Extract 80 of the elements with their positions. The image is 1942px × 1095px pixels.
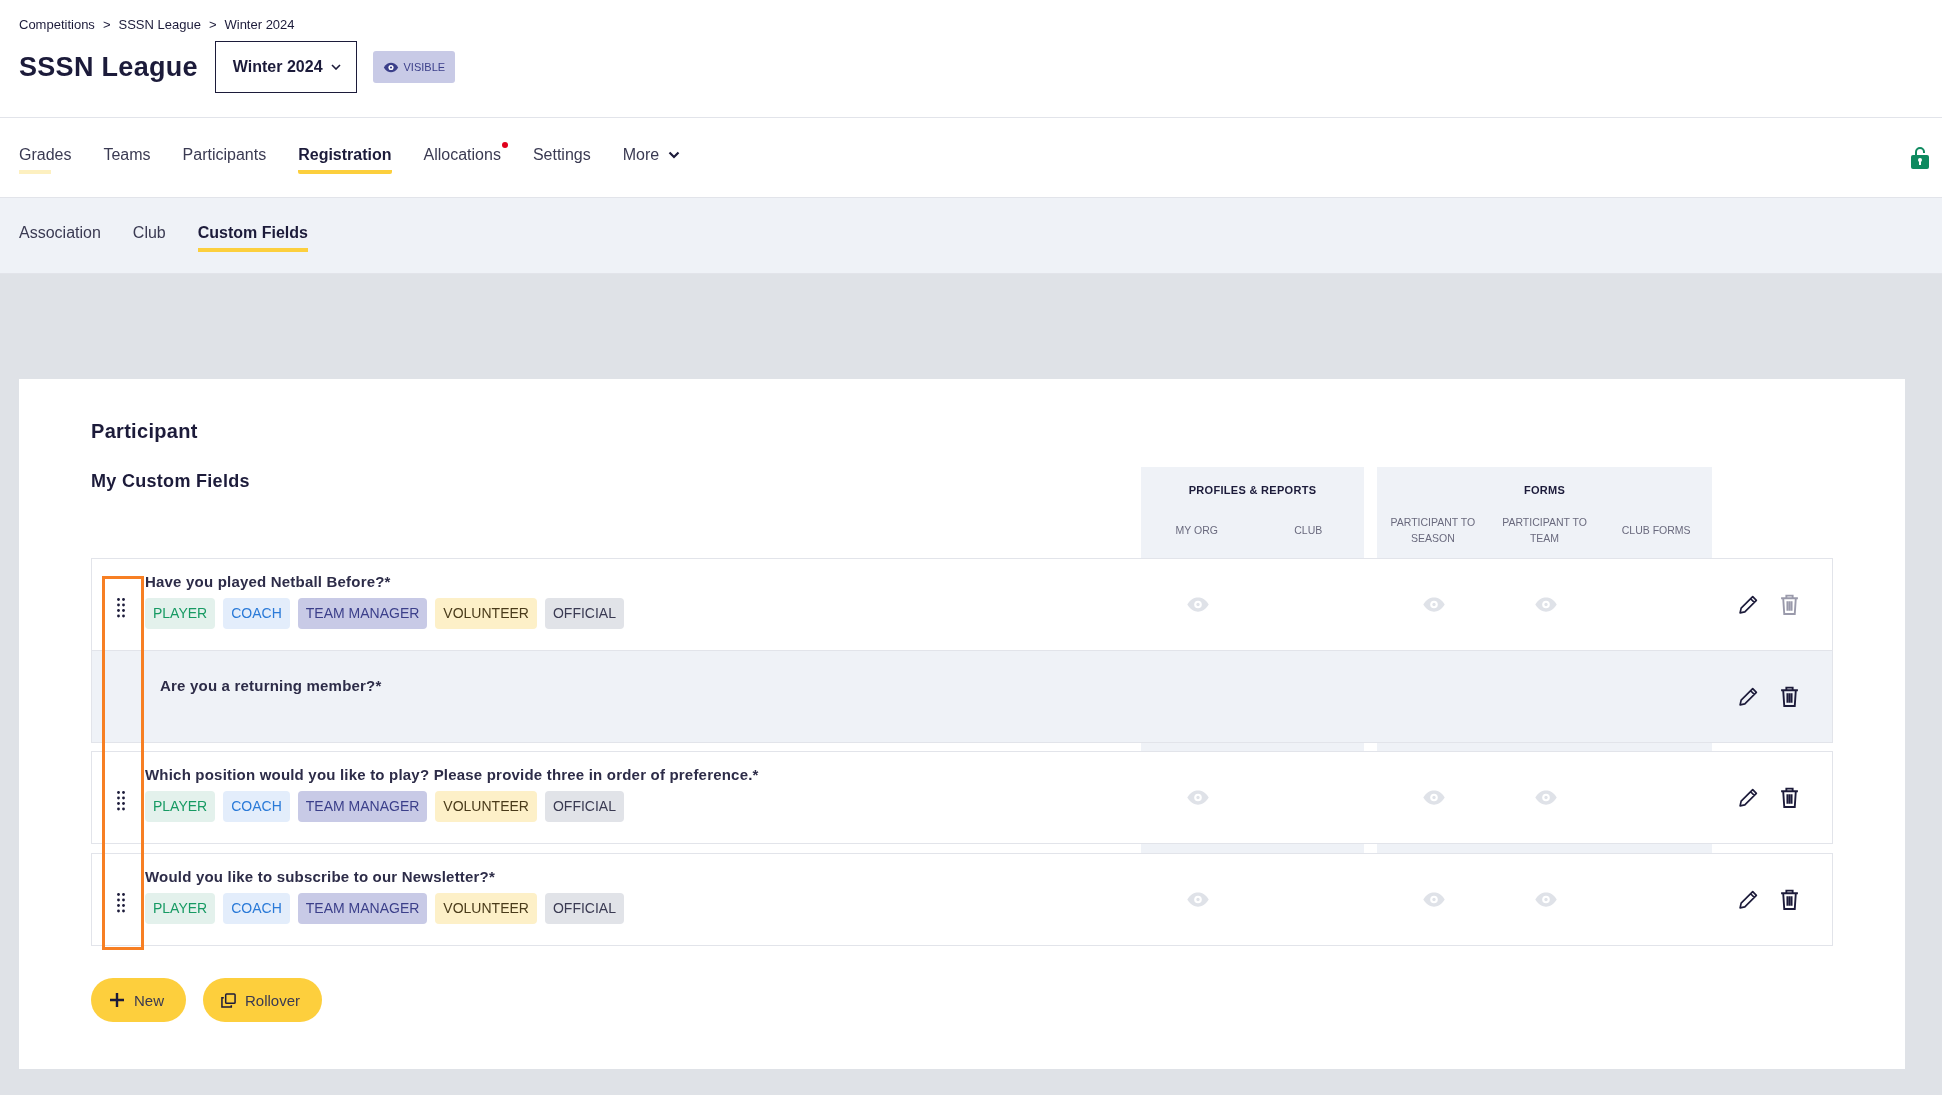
edit-button[interactable] [1738, 594, 1759, 615]
field-question: Have you played Netball Before?* [145, 573, 392, 590]
sub-tab[interactable]: Custom Fields [197, 219, 308, 252]
column-header: MY ORG [1174, 522, 1219, 538]
column-header: CLUB [1293, 522, 1324, 538]
trash-icon [1780, 686, 1799, 707]
drag-handle-icon[interactable] [117, 893, 125, 913]
nav-tab[interactable]: More [622, 141, 681, 174]
pencil-icon [1738, 787, 1759, 808]
role-tag: COACH [223, 893, 290, 924]
eye-icon [382, 60, 399, 74]
edit-button[interactable] [1738, 787, 1759, 808]
trash-icon [1780, 594, 1799, 615]
drag-handle-icon[interactable] [117, 791, 125, 811]
eye-icon [1186, 788, 1210, 807]
edit-button[interactable] [1738, 686, 1759, 707]
role-tag: PLAYER [145, 893, 216, 924]
breadcrumb-separator: > [208, 17, 217, 32]
role-tag: OFFICIAL [544, 598, 624, 629]
role-tag: TEAM MANAGER [297, 791, 428, 822]
role-tag: VOLUNTEER [435, 893, 537, 924]
chevron-down-icon [668, 150, 681, 159]
group-label: FORMS [1523, 484, 1566, 496]
nav-tab[interactable]: Registration [298, 141, 392, 174]
column-header: PARTICIPANT TO SEASON [1389, 514, 1477, 546]
rollover-button[interactable]: Rollover [203, 978, 323, 1022]
column-header: PARTICIPANT TO TEAM [1501, 514, 1588, 546]
nav-tab[interactable]: Settings [532, 141, 591, 174]
table-title: My Custom Fields [91, 471, 251, 492]
breadcrumb-link[interactable]: SSSN League [118, 17, 201, 32]
visibility-badge: VISIBLE [372, 51, 456, 83]
column-header: CLUB FORMS [1620, 522, 1692, 538]
field-question: Would you like to subscribe to our Newsletter?* [145, 868, 496, 885]
role-tag: TEAM MANAGER [297, 598, 428, 629]
pencil-icon [1738, 686, 1759, 707]
drag-handle-icon[interactable] [117, 598, 125, 618]
breadcrumb-link[interactable]: Competitions [19, 17, 95, 32]
role-tag: COACH [223, 791, 290, 822]
field-question: Are you a returning member?* [160, 677, 382, 694]
role-tag: PLAYER [145, 791, 216, 822]
eye-icon [1534, 788, 1558, 807]
edit-button[interactable] [1738, 889, 1759, 910]
role-tag: VOLUNTEER [435, 791, 537, 822]
role-tag: COACH [223, 598, 290, 629]
delete-button[interactable] [1780, 889, 1799, 910]
nav-tab[interactable]: Teams [103, 141, 151, 174]
nav-tab[interactable]: Grades [19, 141, 72, 174]
role-tag: TEAM MANAGER [297, 893, 428, 924]
page-title: SSSN League [19, 51, 198, 83]
section-title: Participant [91, 420, 199, 443]
breadcrumb-separator: > [102, 17, 111, 32]
role-tag: PLAYER [145, 598, 216, 629]
plus-icon [109, 992, 125, 1008]
delete-button[interactable] [1780, 787, 1799, 808]
role-tag: VOLUNTEER [435, 598, 537, 629]
chevron-down-icon [330, 64, 341, 70]
sub-tab[interactable]: Association [19, 219, 101, 252]
eye-icon [1422, 788, 1446, 807]
pencil-icon [1738, 889, 1759, 910]
delete-button[interactable] [1780, 686, 1799, 707]
copy-icon [221, 992, 236, 1008]
eye-icon [1186, 890, 1210, 909]
breadcrumb-link[interactable]: Winter 2024 [224, 17, 295, 32]
season-dropdown[interactable]: Winter 2024 [214, 41, 357, 93]
trash-icon [1780, 787, 1799, 808]
eye-icon [1534, 595, 1558, 614]
nav-tab[interactable]: Allocations [423, 141, 501, 174]
pencil-icon [1738, 594, 1759, 615]
eye-icon [1534, 890, 1558, 909]
role-tag: OFFICIAL [544, 791, 624, 822]
eye-icon [1186, 595, 1210, 614]
trash-icon [1780, 889, 1799, 910]
new-button[interactable]: New [91, 978, 186, 1022]
nav-tab[interactable]: Participants [182, 141, 267, 174]
group-label: PROFILES & REPORTS [1188, 484, 1317, 496]
role-tag: OFFICIAL [544, 893, 624, 924]
field-question: Which position would you like to play? Please provide three in order of preference.* [145, 766, 759, 783]
sub-tab[interactable]: Club [132, 219, 166, 252]
eye-icon [1422, 890, 1446, 909]
eye-icon [1422, 595, 1446, 614]
